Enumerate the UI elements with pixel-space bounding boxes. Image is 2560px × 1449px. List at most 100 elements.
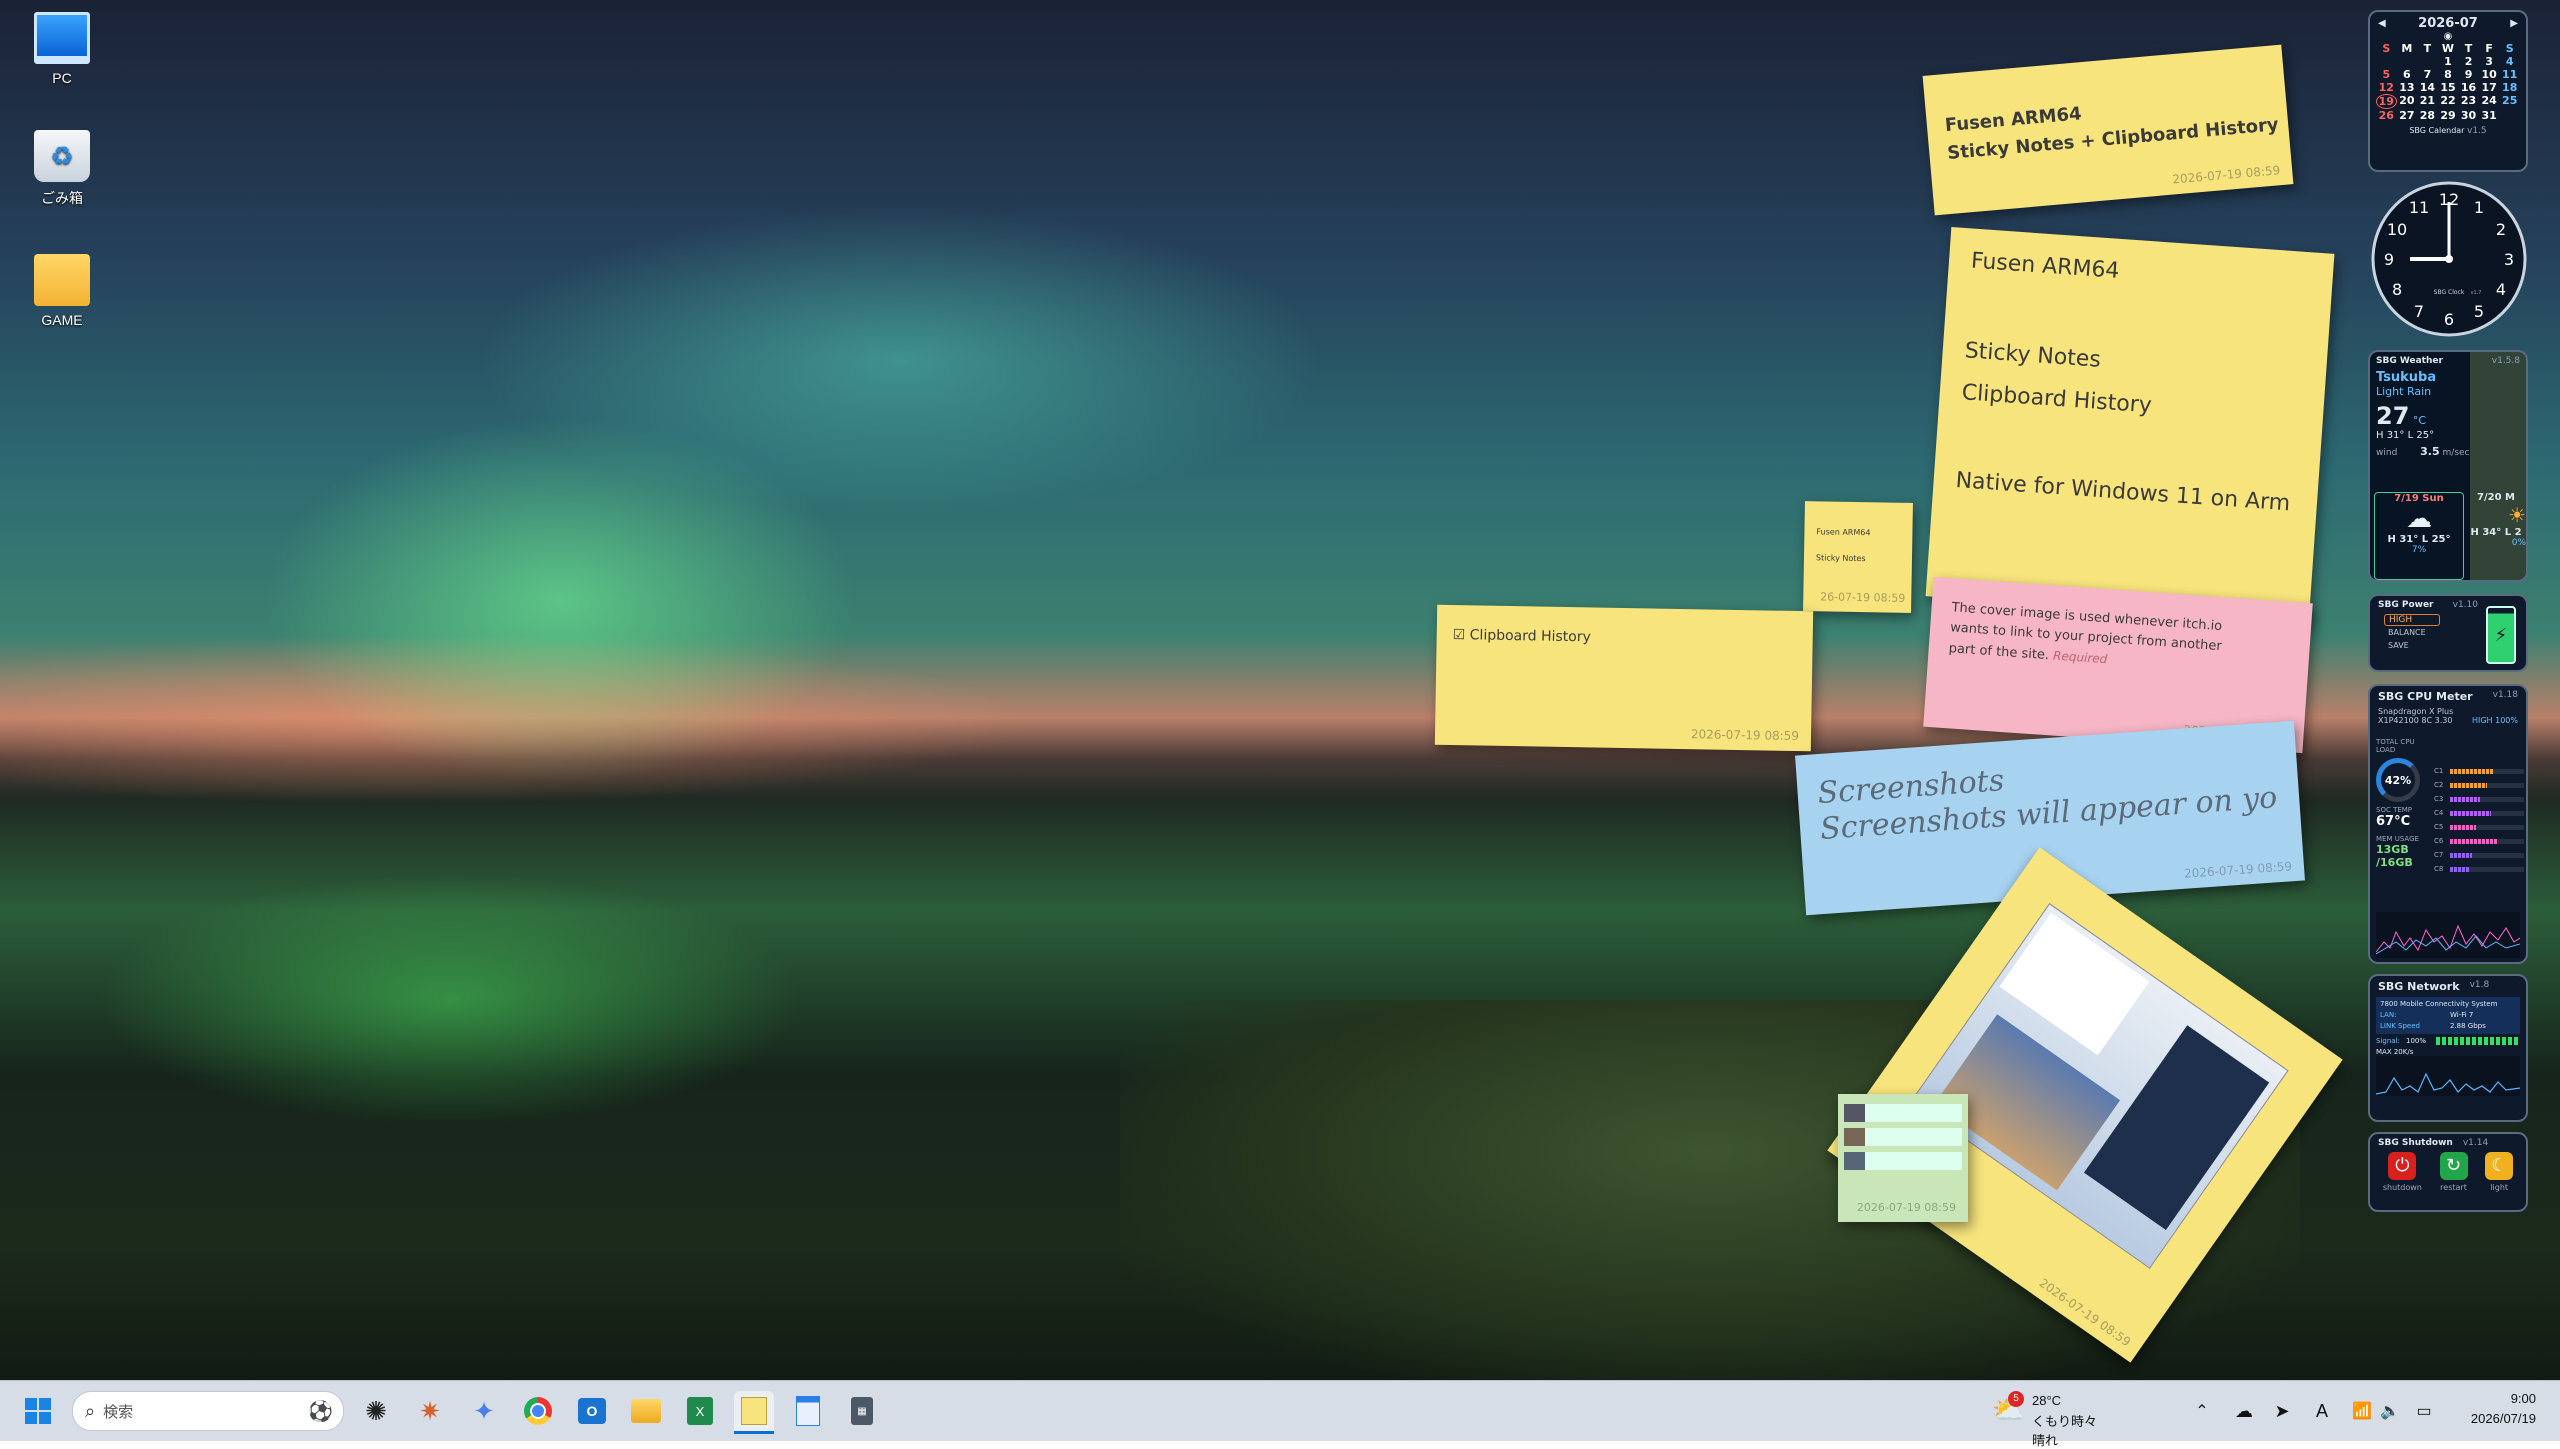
clock-label: SBG Clock — [2434, 289, 2465, 296]
calendar-day[interactable]: 26 — [2376, 109, 2397, 122]
taskbar-weather-widget[interactable]: ⛅ 5 28°C くもり時々晴れ — [1992, 1389, 2102, 1448]
calendar-day[interactable]: 8 — [2438, 68, 2459, 81]
calendar-day[interactable]: 12 — [2376, 81, 2397, 94]
desktop-icon-recycle-bin[interactable]: ♻ ごみ箱 — [20, 130, 104, 208]
cpu-core-label: C1 — [2434, 767, 2444, 775]
ime-indicator[interactable]: A — [2302, 1391, 2342, 1431]
clock-number: 11 — [2409, 198, 2429, 217]
calendar-day[interactable]: 29 — [2438, 109, 2459, 122]
calendar-day[interactable]: 4 — [2499, 55, 2520, 68]
onedrive-cloud-icon[interactable]: ☁ — [2224, 1391, 2264, 1431]
battery-icon[interactable]: ▭ — [2404, 1391, 2444, 1431]
calendar-day[interactable]: 28 — [2417, 109, 2438, 122]
calendar-weekday: M — [2401, 42, 2413, 55]
calendar-day[interactable]: 19 — [2376, 94, 2397, 109]
taskbar-app-excel[interactable]: X — [680, 1391, 720, 1431]
next-month-icon[interactable]: ▶ — [2510, 18, 2518, 29]
calendar-day[interactable]: 30 — [2458, 109, 2479, 122]
calendar-day[interactable]: 11 — [2499, 68, 2520, 81]
cpu-model: Snapdragon X Plus — [2378, 707, 2454, 716]
calendar-day[interactable]: 2 — [2458, 55, 2479, 68]
shutdown-button[interactable]: ⏻ shutdown — [2383, 1152, 2422, 1192]
calendar-day[interactable]: 16 — [2458, 81, 2479, 94]
network-signal: 100% — [2406, 1037, 2427, 1045]
calendar-day[interactable]: 10 — [2479, 68, 2500, 81]
calendar-day[interactable]: 17 — [2479, 81, 2500, 94]
shutdown-gadget[interactable]: SBG Shutdown v1.14 ⏻ shutdown ↻ restart … — [2368, 1132, 2528, 1212]
sticky-note[interactable]: ☑ Clipboard History 2026-07-19 08:59 — [1434, 604, 1814, 752]
cpu-total-label: TOTAL CPU — [2376, 738, 2415, 746]
taskbar-app-notepad[interactable] — [788, 1391, 828, 1431]
sleep-button[interactable]: ☾ light — [2485, 1152, 2514, 1192]
start-button[interactable] — [18, 1391, 58, 1431]
taskbar-app-gemini[interactable]: ✦ — [464, 1391, 504, 1431]
desktop-icon-game-folder[interactable]: GAME — [20, 254, 104, 328]
calendar-day[interactable]: 31 — [2479, 109, 2500, 122]
taskbar-app-file-explorer[interactable] — [626, 1391, 666, 1431]
tray-overflow-chevron-icon[interactable]: ⌃ — [2182, 1391, 2222, 1431]
calendar-weekday: S — [2505, 42, 2514, 55]
taskbar-app-claude[interactable]: ✷ — [410, 1391, 450, 1431]
cpu-core-label: C5 — [2434, 823, 2444, 831]
calendar-day[interactable]: 5 — [2376, 68, 2397, 81]
calendar-day[interactable]: 9 — [2458, 68, 2479, 81]
calendar-day[interactable]: 27 — [2397, 109, 2418, 122]
calendar-day[interactable]: 7 — [2417, 68, 2438, 81]
wind-label: wind — [2376, 448, 2398, 458]
calendar-day[interactable]: 13 — [2397, 81, 2418, 94]
clock-version: v1.7 — [2471, 290, 2482, 296]
cpu-high: HIGH 100% — [2471, 716, 2518, 725]
taskbar-app-chrome[interactable] — [518, 1391, 558, 1431]
taskbar-app-calculator[interactable]: ▦ — [842, 1391, 882, 1431]
clock-gadget[interactable]: 12 1 2 3 4 5 6 7 8 9 10 11 SBG Clock v1.7 — [2370, 180, 2528, 338]
taskbar-app-chatgpt[interactable]: ✺ — [356, 1391, 396, 1431]
desktop-icon-pc[interactable]: PC — [20, 12, 104, 86]
taskbar-search[interactable]: ⌕ 検索 ⚽ — [72, 1391, 344, 1431]
calendar-grid: S M T W T F S 1 2 3 4 5 6 7 8 9 10 11 12 13 14 15 16 17 18 19 20 21… — [2370, 42, 2526, 122]
weather-gadget[interactable]: SBG Weather v1.5.8 Tsukuba Light Rain 27… — [2368, 350, 2528, 582]
power-gadget[interactable]: SBG Power v1.10 HIGH BALANCE SAVE ⚡ — [2368, 594, 2528, 672]
windows-logo-icon — [25, 1398, 51, 1424]
taskbar-app-outlook[interactable]: O — [572, 1391, 612, 1431]
prev-month-icon[interactable]: ◀ — [2378, 18, 2386, 29]
weather-city: Tsukuba — [2376, 370, 2437, 385]
calendar-day[interactable]: 18 — [2499, 81, 2520, 94]
calendar-day[interactable]: 20 — [2397, 94, 2418, 109]
calendar-gadget[interactable]: ◀ 2026-07 ▶ ◉ S M T W T F S 1 2 3 4 5 6 7 8 9 10 11 12 13 14… — [2368, 10, 2528, 172]
calendar-day[interactable]: 14 — [2417, 81, 2438, 94]
clock-number: 3 — [2504, 250, 2514, 269]
taskbar-clock[interactable]: 9:00 2026/07/19 — [2471, 1389, 2536, 1429]
calendar-day[interactable]: 23 — [2458, 94, 2479, 109]
shutdown-label: shutdown — [2382, 1183, 2422, 1192]
power-icon: ⏻ — [2388, 1152, 2417, 1180]
sun-icon: ☀ — [2508, 503, 2526, 527]
cpu-meter-gadget[interactable]: SBG CPU Meter v1.18 Snapdragon X Plus X1… — [2368, 684, 2528, 964]
cpu-core-label: C4 — [2434, 809, 2444, 817]
note-timestamp: 2026-07-19 08:59 — [2171, 163, 2281, 187]
power-mode-high[interactable]: HIGH — [2384, 614, 2440, 626]
location-arrow-icon[interactable]: ➤ — [2262, 1391, 2302, 1431]
calendar-day[interactable]: 25 — [2499, 94, 2520, 109]
today-button-icon[interactable]: ◉ — [2370, 31, 2526, 42]
network-signal-label: Signal: — [2376, 1037, 2400, 1045]
forecast-day1: 7/19 Sun ☁ H 31° L 25° 7% — [2374, 492, 2464, 580]
note-line: Native for Windows 11 on Arm — [1954, 468, 2291, 517]
calendar-day[interactable]: 15 — [2438, 81, 2459, 94]
calendar-day[interactable]: 21 — [2417, 94, 2438, 109]
taskbar-weather-desc: くもり時々晴れ — [2032, 1414, 2098, 1448]
calendar-day[interactable]: 1 — [2438, 55, 2459, 68]
sticky-note[interactable]: Fusen ARM64 Sticky Notes Clipboard Histo… — [1925, 227, 2335, 623]
calendar-day — [2417, 55, 2438, 68]
calendar-day[interactable]: 3 — [2479, 55, 2500, 68]
calendar-day[interactable]: 22 — [2438, 94, 2459, 109]
sticky-note[interactable]: Fusen ARM64 Sticky Notes 26-07-19 08:59 — [1803, 501, 1913, 613]
taskbar-app-sticky-notes[interactable] — [734, 1391, 774, 1434]
cpu-core-bar-fill — [2450, 782, 2487, 788]
calendar-day[interactable]: 6 — [2397, 68, 2418, 81]
calendar-day[interactable]: 24 — [2479, 94, 2500, 109]
restart-button[interactable]: ↻ restart — [2439, 1152, 2468, 1192]
sticky-note[interactable]: 2026-07-19 08:59 — [1838, 1094, 1968, 1222]
recycle-bin-icon: ♻ — [34, 130, 90, 182]
cpu-mem-total: /16GB — [2376, 856, 2413, 869]
network-gadget[interactable]: SBG Network v1.8 7800 Mobile Connectivit… — [2368, 974, 2528, 1122]
